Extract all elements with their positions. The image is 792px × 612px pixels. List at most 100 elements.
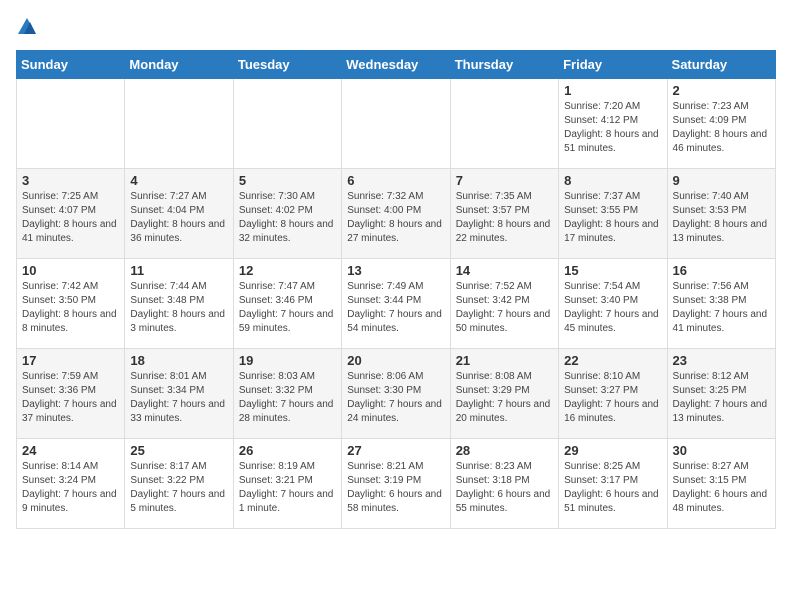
day-info: Sunrise: 7:54 AM Sunset: 3:40 PM Dayligh… <box>564 280 661 336</box>
day-number: 18 <box>130 353 227 368</box>
day-info: Sunrise: 7:32 AM Sunset: 4:00 PM Dayligh… <box>347 190 444 246</box>
calendar-cell: 11 Sunrise: 7:44 AM Sunset: 3:48 PM Dayli… <box>125 259 233 349</box>
week-row-5: 24Sunrise: 8:14 AM Sunset: 3:24 PM Dayli… <box>17 439 776 529</box>
calendar-cell <box>125 79 233 169</box>
calendar-cell: 17Sunrise: 7:59 AM Sunset: 3:36 PM Dayli… <box>17 349 125 439</box>
day-number: 23 <box>673 353 770 368</box>
day-number: 27 <box>347 443 444 458</box>
day-number: 3 <box>22 173 119 188</box>
calendar-cell: 25 Sunrise: 8:17 AM Sunset: 3:22 PM Dayli… <box>125 439 233 529</box>
week-row-1: 1 Sunrise: 7:20 AM Sunset: 4:12 PM Daylig… <box>17 79 776 169</box>
day-info: Sunrise: 7:47 AM Sunset: 3:46 PM Dayligh… <box>239 280 336 336</box>
day-number: 16 <box>673 263 770 278</box>
day-number: 15 <box>564 263 661 278</box>
calendar-cell <box>17 79 125 169</box>
day-header-saturday: Saturday <box>667 51 775 79</box>
calendar-cell: 1 Sunrise: 7:20 AM Sunset: 4:12 PM Daylig… <box>559 79 667 169</box>
day-header-sunday: Sunday <box>17 51 125 79</box>
day-info: Sunrise: 8:14 AM Sunset: 3:24 PM Dayligh… <box>22 460 119 516</box>
day-number: 10 <box>22 263 119 278</box>
week-row-4: 17Sunrise: 7:59 AM Sunset: 3:36 PM Dayli… <box>17 349 776 439</box>
week-row-2: 3 Sunrise: 7:25 AM Sunset: 4:07 PM Daylig… <box>17 169 776 259</box>
calendar-cell: 23 Sunrise: 8:12 AM Sunset: 3:25 PM Dayli… <box>667 349 775 439</box>
calendar-cell: 13 Sunrise: 7:49 AM Sunset: 3:44 PM Dayli… <box>342 259 450 349</box>
day-number: 6 <box>347 173 444 188</box>
calendar-cell: 4 Sunrise: 7:27 AM Sunset: 4:04 PM Daylig… <box>125 169 233 259</box>
day-headers-row: SundayMondayTuesdayWednesdayThursdayFrid… <box>17 51 776 79</box>
day-number: 2 <box>673 83 770 98</box>
calendar-cell: 14 Sunrise: 7:52 AM Sunset: 3:42 PM Dayli… <box>450 259 558 349</box>
day-number: 1 <box>564 83 661 98</box>
day-info: Sunrise: 8:03 AM Sunset: 3:32 PM Dayligh… <box>239 370 336 426</box>
day-info: Sunrise: 8:23 AM Sunset: 3:18 PM Dayligh… <box>456 460 553 516</box>
calendar-cell: 29Sunrise: 8:25 AM Sunset: 3:17 PM Dayli… <box>559 439 667 529</box>
day-number: 12 <box>239 263 336 278</box>
calendar-cell: 28 Sunrise: 8:23 AM Sunset: 3:18 PM Dayli… <box>450 439 558 529</box>
calendar-cell: 16Sunrise: 7:56 AM Sunset: 3:38 PM Dayli… <box>667 259 775 349</box>
day-info: Sunrise: 7:20 AM Sunset: 4:12 PM Dayligh… <box>564 100 661 156</box>
calendar-cell <box>450 79 558 169</box>
day-info: Sunrise: 8:21 AM Sunset: 3:19 PM Dayligh… <box>347 460 444 516</box>
day-number: 8 <box>564 173 661 188</box>
day-number: 19 <box>239 353 336 368</box>
day-info: Sunrise: 8:01 AM Sunset: 3:34 PM Dayligh… <box>130 370 227 426</box>
day-info: Sunrise: 7:40 AM Sunset: 3:53 PM Dayligh… <box>673 190 770 246</box>
day-number: 5 <box>239 173 336 188</box>
day-info: Sunrise: 7:42 AM Sunset: 3:50 PM Dayligh… <box>22 280 119 336</box>
calendar-cell: 21 Sunrise: 8:08 AM Sunset: 3:29 PM Dayli… <box>450 349 558 439</box>
day-info: Sunrise: 7:59 AM Sunset: 3:36 PM Dayligh… <box>22 370 119 426</box>
day-info: Sunrise: 8:12 AM Sunset: 3:25 PM Dayligh… <box>673 370 770 426</box>
calendar-table: SundayMondayTuesdayWednesdayThursdayFrid… <box>16 50 776 529</box>
day-number: 11 <box>130 263 227 278</box>
calendar-cell: 24Sunrise: 8:14 AM Sunset: 3:24 PM Dayli… <box>17 439 125 529</box>
day-info: Sunrise: 8:27 AM Sunset: 3:15 PM Dayligh… <box>673 460 770 516</box>
day-info: Sunrise: 8:08 AM Sunset: 3:29 PM Dayligh… <box>456 370 553 426</box>
day-number: 21 <box>456 353 553 368</box>
day-info: Sunrise: 7:49 AM Sunset: 3:44 PM Dayligh… <box>347 280 444 336</box>
day-number: 4 <box>130 173 227 188</box>
page-header <box>16 16 776 38</box>
day-header-monday: Monday <box>125 51 233 79</box>
calendar-cell: 22 Sunrise: 8:10 AM Sunset: 3:27 PM Dayli… <box>559 349 667 439</box>
calendar-cell: 15 Sunrise: 7:54 AM Sunset: 3:40 PM Dayli… <box>559 259 667 349</box>
day-number: 13 <box>347 263 444 278</box>
day-info: Sunrise: 7:44 AM Sunset: 3:48 PM Dayligh… <box>130 280 227 336</box>
calendar-cell: 9 Sunrise: 7:40 AM Sunset: 3:53 PM Daylig… <box>667 169 775 259</box>
day-info: Sunrise: 7:52 AM Sunset: 3:42 PM Dayligh… <box>456 280 553 336</box>
day-header-wednesday: Wednesday <box>342 51 450 79</box>
calendar-cell: 10 Sunrise: 7:42 AM Sunset: 3:50 PM Dayli… <box>17 259 125 349</box>
calendar-cell: 26 Sunrise: 8:19 AM Sunset: 3:21 PM Dayli… <box>233 439 341 529</box>
day-number: 25 <box>130 443 227 458</box>
day-info: Sunrise: 8:19 AM Sunset: 3:21 PM Dayligh… <box>239 460 336 516</box>
day-number: 14 <box>456 263 553 278</box>
day-number: 30 <box>673 443 770 458</box>
day-number: 26 <box>239 443 336 458</box>
day-info: Sunrise: 8:17 AM Sunset: 3:22 PM Dayligh… <box>130 460 227 516</box>
day-number: 9 <box>673 173 770 188</box>
day-header-thursday: Thursday <box>450 51 558 79</box>
calendar-cell <box>233 79 341 169</box>
day-number: 20 <box>347 353 444 368</box>
calendar-cell: 6 Sunrise: 7:32 AM Sunset: 4:00 PM Daylig… <box>342 169 450 259</box>
day-info: Sunrise: 8:25 AM Sunset: 3:17 PM Dayligh… <box>564 460 661 516</box>
day-number: 28 <box>456 443 553 458</box>
calendar-cell: 18 Sunrise: 8:01 AM Sunset: 3:34 PM Dayli… <box>125 349 233 439</box>
calendar-cell: 30 Sunrise: 8:27 AM Sunset: 3:15 PM Dayli… <box>667 439 775 529</box>
calendar-cell: 12 Sunrise: 7:47 AM Sunset: 3:46 PM Dayli… <box>233 259 341 349</box>
day-number: 22 <box>564 353 661 368</box>
calendar-cell: 7Sunrise: 7:35 AM Sunset: 3:57 PM Daylig… <box>450 169 558 259</box>
calendar-cell: 20 Sunrise: 8:06 AM Sunset: 3:30 PM Dayli… <box>342 349 450 439</box>
calendar-cell: 5 Sunrise: 7:30 AM Sunset: 4:02 PM Daylig… <box>233 169 341 259</box>
calendar-cell: 3 Sunrise: 7:25 AM Sunset: 4:07 PM Daylig… <box>17 169 125 259</box>
day-info: Sunrise: 8:06 AM Sunset: 3:30 PM Dayligh… <box>347 370 444 426</box>
day-info: Sunrise: 7:27 AM Sunset: 4:04 PM Dayligh… <box>130 190 227 246</box>
day-header-tuesday: Tuesday <box>233 51 341 79</box>
day-info: Sunrise: 8:10 AM Sunset: 3:27 PM Dayligh… <box>564 370 661 426</box>
day-info: Sunrise: 7:35 AM Sunset: 3:57 PM Dayligh… <box>456 190 553 246</box>
day-info: Sunrise: 7:23 AM Sunset: 4:09 PM Dayligh… <box>673 100 770 156</box>
day-info: Sunrise: 7:37 AM Sunset: 3:55 PM Dayligh… <box>564 190 661 246</box>
day-info: Sunrise: 7:30 AM Sunset: 4:02 PM Dayligh… <box>239 190 336 246</box>
day-header-friday: Friday <box>559 51 667 79</box>
calendar-cell: 8 Sunrise: 7:37 AM Sunset: 3:55 PM Daylig… <box>559 169 667 259</box>
day-info: Sunrise: 7:25 AM Sunset: 4:07 PM Dayligh… <box>22 190 119 246</box>
